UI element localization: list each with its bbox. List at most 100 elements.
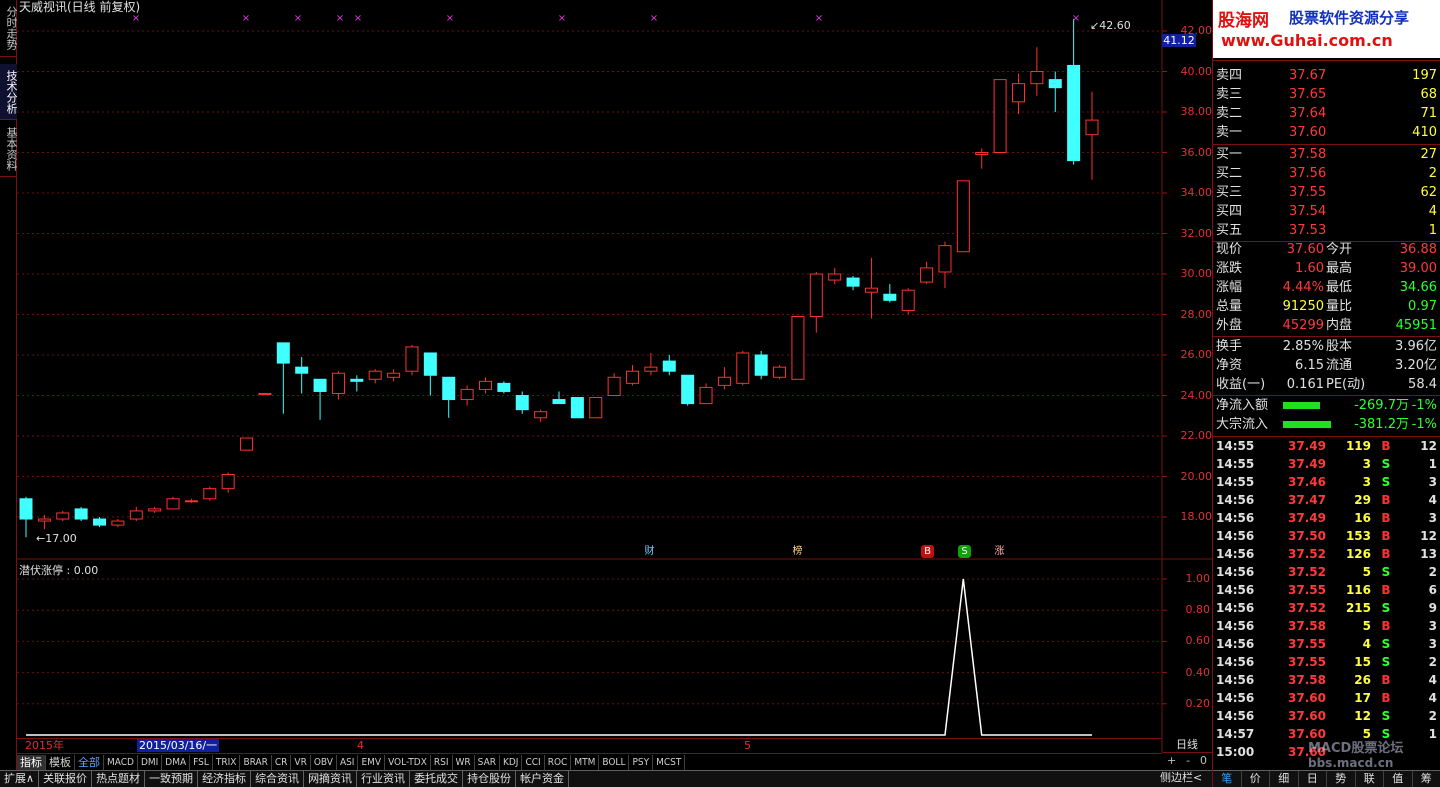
tick-row: 14:56 37.60 12 S 2 xyxy=(1213,707,1440,725)
bottom-tab[interactable]: 委托成交 xyxy=(410,771,464,787)
indicator-tab[interactable]: SAR xyxy=(475,754,500,770)
zoom-out-button[interactable]: - xyxy=(1186,754,1190,767)
indicator-tab[interactable]: RSI xyxy=(431,754,453,770)
indicator-tab[interactable]: FSL xyxy=(190,754,213,770)
right-tab[interactable]: 价 xyxy=(1242,771,1270,787)
trading-app: 分时走势 技术分析 基本资料 天威视讯(日线 前复权) × × × × × × × × × × 4… xyxy=(0,0,1440,787)
candle-body xyxy=(552,399,566,405)
quote-key: 外盘 xyxy=(1216,318,1243,333)
tick-time: 14:56 xyxy=(1216,583,1255,597)
right-tab[interactable]: 笔 xyxy=(1213,771,1242,787)
indicator-tab[interactable]: KDJ xyxy=(500,754,523,770)
bottom-tab[interactable]: 综合资讯 xyxy=(251,771,305,787)
tick-row: 14:56 37.52 126 B 13 xyxy=(1213,545,1440,563)
candle-body xyxy=(387,372,401,378)
top-marker: × xyxy=(815,13,823,24)
indicator-tab[interactable]: MACD xyxy=(104,754,138,770)
tick-price: 37.58 xyxy=(1288,673,1326,687)
right-tab[interactable]: 值 xyxy=(1384,771,1413,787)
bid-row: 买四 37.54 4 xyxy=(1213,202,1440,221)
right-tab[interactable]: 联 xyxy=(1356,771,1384,787)
right-tab[interactable]: 细 xyxy=(1270,771,1299,787)
indicator-tab[interactable]: CR xyxy=(272,754,292,770)
flow-label: 净流入额 xyxy=(1216,398,1269,413)
candle-body xyxy=(1067,64,1081,162)
ask-volume: 197 xyxy=(1412,68,1437,83)
bottom-tab[interactable]: 经济指标 xyxy=(198,771,252,787)
indicator-tab[interactable]: DMI xyxy=(138,754,163,770)
right-tab[interactable]: 日 xyxy=(1299,771,1327,787)
ask-price: 37.64 xyxy=(1289,106,1327,121)
zoom-reset-button[interactable]: 0 xyxy=(1200,754,1207,767)
bottom-tab[interactable]: 行业资讯 xyxy=(357,771,411,787)
quote-value: 39.00 xyxy=(1399,261,1437,276)
indicator-tab[interactable]: ASI xyxy=(337,754,359,770)
period-label[interactable]: 日线 xyxy=(1162,738,1212,752)
tick-direction: B xyxy=(1381,673,1391,687)
indicator-tab[interactable]: OBV xyxy=(311,754,337,770)
tick-price: 37.52 xyxy=(1288,601,1326,615)
indicator-tab[interactable]: 全部 xyxy=(75,754,104,770)
tick-count: 6 xyxy=(1428,583,1437,597)
indicator-tab[interactable]: BOLL xyxy=(599,754,630,770)
bottom-tab[interactable]: 扩展∧ xyxy=(0,771,40,787)
ask-price: 37.67 xyxy=(1289,68,1327,83)
tick-row: 14:56 37.55 4 S 3 xyxy=(1213,635,1440,653)
ask-volume: 71 xyxy=(1420,106,1437,121)
event-marker[interactable]: 榜 xyxy=(791,545,804,558)
bottom-tab[interactable]: 一致预期 xyxy=(145,771,199,787)
indicator-tab[interactable]: 指标 xyxy=(17,754,46,770)
bottom-tab[interactable]: 帐户资金 xyxy=(516,771,570,787)
bottom-tab[interactable]: 热点题材 xyxy=(92,771,146,787)
candle-body xyxy=(534,411,548,419)
event-marker[interactable]: 涨 xyxy=(993,545,1006,558)
tick-row: 14:56 37.55 116 B 6 xyxy=(1213,581,1440,599)
candle-body xyxy=(662,360,676,372)
tick-time: 14:56 xyxy=(1216,655,1255,669)
indicator-tab[interactable]: TRIX xyxy=(213,754,241,770)
flow-row: 净流入额 -269.7万 -1% xyxy=(1213,396,1440,415)
zoom-in-button[interactable]: + xyxy=(1167,754,1176,767)
event-marker[interactable]: S xyxy=(958,545,971,558)
bid-price: 37.53 xyxy=(1289,223,1327,238)
indicator-tab[interactable]: MTM xyxy=(571,754,600,770)
price-chart[interactable]: × × × × × × × × × × xyxy=(0,0,1212,752)
bottom-tab[interactable]: 持仓股份 xyxy=(463,771,517,787)
indicator-tab[interactable]: PSY xyxy=(629,754,654,770)
sidebar-toggle[interactable]: 侧边栏< xyxy=(1160,770,1202,787)
indicator-tab[interactable]: MCST xyxy=(653,754,686,770)
tick-count: 3 xyxy=(1428,475,1437,489)
tick-volume: 119 xyxy=(1345,439,1371,453)
ask-price: 37.60 xyxy=(1289,125,1327,140)
quote-key: 今开 xyxy=(1326,242,1353,257)
date-label-may: 5 xyxy=(744,739,751,752)
indicator-tab[interactable]: EMV xyxy=(358,754,386,770)
indicator-tab[interactable]: 模板 xyxy=(46,754,75,770)
indicator-tab[interactable]: ROC xyxy=(545,754,572,770)
top-marker: × xyxy=(558,13,566,24)
event-marker[interactable]: B xyxy=(921,545,934,558)
y-tick-label: 32.00 xyxy=(1180,226,1213,240)
indicator-tab[interactable]: VR xyxy=(291,754,311,770)
tick-count: 1 xyxy=(1428,457,1437,471)
indicator-tab[interactable]: BRAR xyxy=(240,754,272,770)
indicator-tab[interactable]: WR xyxy=(453,754,475,770)
tick-direction: S xyxy=(1381,475,1391,489)
tick-volume: 126 xyxy=(1345,547,1371,561)
tick-price: 37.60 xyxy=(1288,691,1326,705)
indicator-tab[interactable]: DMA xyxy=(162,754,191,770)
ask-row: 卖二 37.64 71 xyxy=(1213,104,1440,123)
right-tab[interactable]: 筹 xyxy=(1413,771,1440,787)
bottom-tab[interactable]: 关联报价 xyxy=(39,771,93,787)
event-marker[interactable]: 财 xyxy=(643,545,656,558)
fund-key: PE(动) xyxy=(1326,377,1366,392)
right-tab[interactable]: 势 xyxy=(1327,771,1356,787)
tick-time: 14:55 xyxy=(1216,439,1255,453)
indicator-tab[interactable]: VOL-TDX xyxy=(385,754,431,770)
candle-body xyxy=(37,518,51,522)
tick-time: 14:56 xyxy=(1216,565,1255,579)
bottom-tab[interactable]: 网摘资讯 xyxy=(304,771,358,787)
ad-banner[interactable]: 股海网 股票软件资源分享 www.Guhai.com.cn xyxy=(1213,0,1440,58)
indicator-y-label: 0.20 xyxy=(1185,696,1211,710)
indicator-tab[interactable]: CCI xyxy=(522,754,545,770)
